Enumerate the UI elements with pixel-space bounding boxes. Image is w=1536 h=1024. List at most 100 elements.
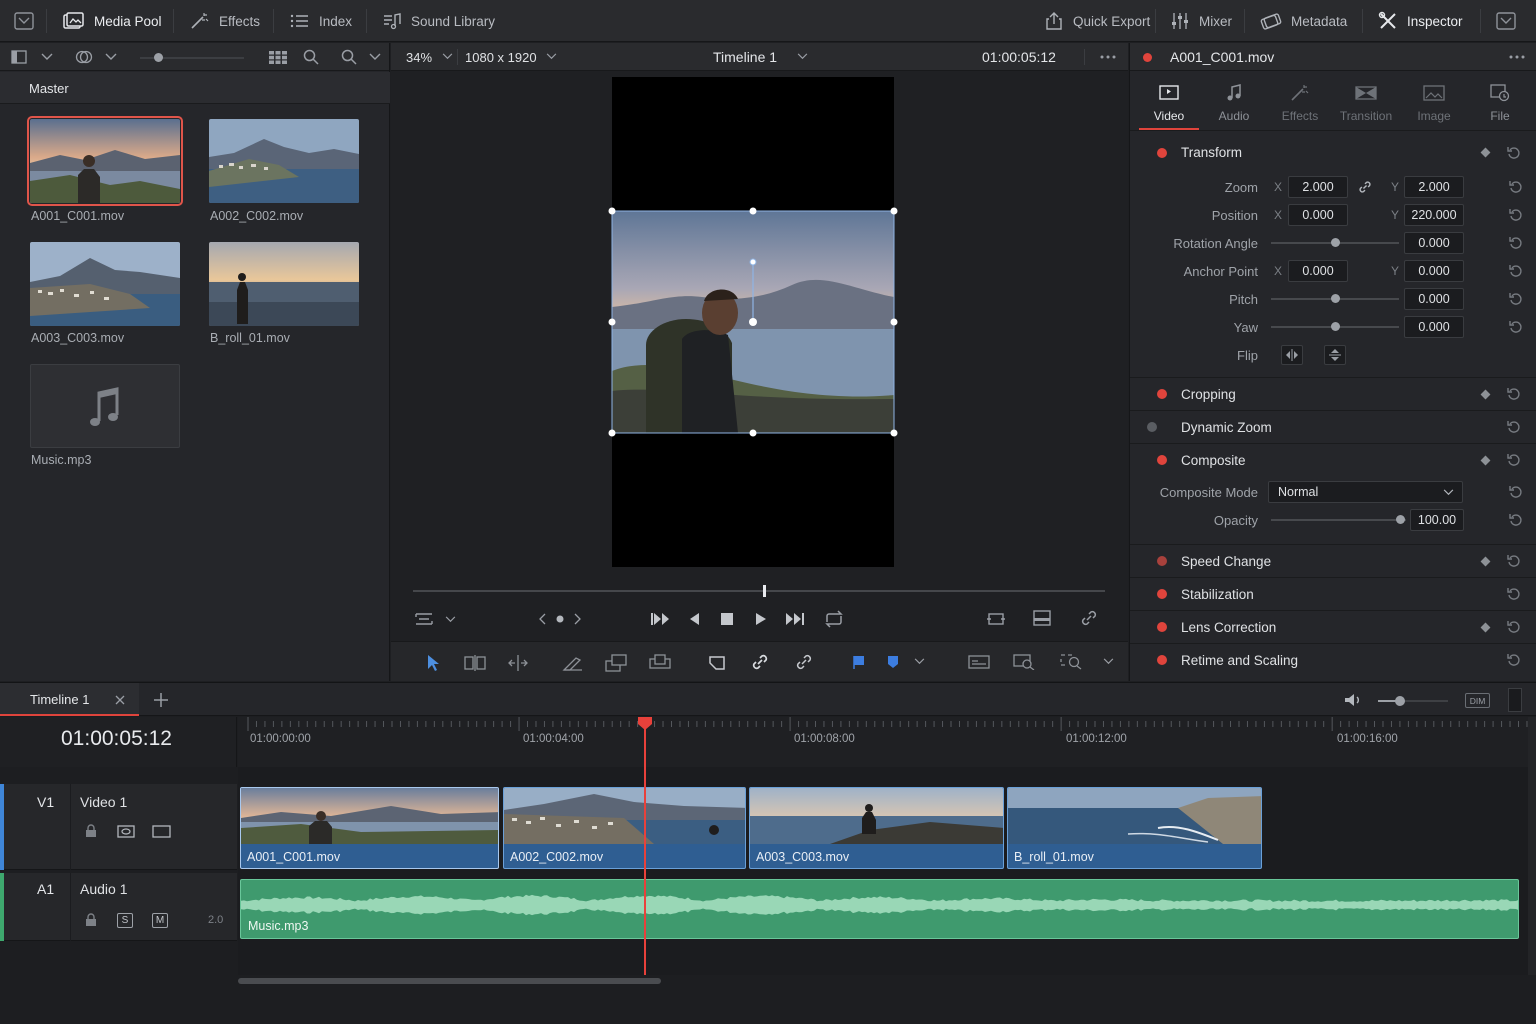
opacity-slider[interactable] xyxy=(1271,519,1406,521)
section-enable-toggle[interactable] xyxy=(1147,422,1157,432)
reset-icon[interactable] xyxy=(1509,264,1523,278)
clip-thumbnail[interactable] xyxy=(27,116,183,206)
section-transform[interactable]: Transform xyxy=(1130,136,1536,169)
workspace-menu-icon[interactable] xyxy=(14,12,34,30)
selection-arrow-icon[interactable] xyxy=(426,654,440,672)
chevron-down-icon[interactable] xyxy=(445,616,456,623)
full-extent-zoom-icon[interactable] xyxy=(968,655,990,669)
flag-icon[interactable] xyxy=(853,655,865,669)
dim-button[interactable]: DIM xyxy=(1465,693,1490,708)
audio-clip-thumbnail[interactable] xyxy=(30,364,180,448)
section-enable-toggle[interactable] xyxy=(1157,589,1167,599)
thumbnail-size-knob[interactable] xyxy=(154,53,163,62)
keyframe-diamond-icon[interactable] xyxy=(1480,556,1491,566)
reset-icon[interactable] xyxy=(1509,236,1523,250)
timeline-audio-clip[interactable]: Music.mp3 xyxy=(240,879,1519,939)
play-reverse-icon[interactable] xyxy=(688,611,700,627)
volume-slider-knob[interactable] xyxy=(1395,696,1405,706)
reset-icon[interactable] xyxy=(1509,485,1523,499)
pitch-slider-knob[interactable] xyxy=(1331,294,1340,303)
auto-select-icon[interactable] xyxy=(117,825,135,838)
rotation-slider-knob[interactable] xyxy=(1331,238,1340,247)
clip-thumbnail[interactable] xyxy=(209,119,359,203)
panel-layout-icon[interactable] xyxy=(1496,12,1516,30)
mute-button[interactable]: M xyxy=(152,913,168,928)
tab-effects[interactable]: Effects xyxy=(1270,81,1330,123)
effects-button[interactable]: Effects xyxy=(190,0,260,42)
chevron-down-icon[interactable] xyxy=(797,53,808,60)
reset-icon[interactable] xyxy=(1507,620,1521,634)
composite-mode-dropdown[interactable]: Normal xyxy=(1268,481,1463,503)
insert-clip-icon[interactable] xyxy=(605,654,627,672)
reset-icon[interactable] xyxy=(1509,320,1523,334)
tab-file[interactable]: File xyxy=(1470,81,1530,123)
thumbnail-mode-icon[interactable] xyxy=(75,50,93,64)
section-enable-toggle[interactable] xyxy=(1157,556,1167,566)
index-button[interactable]: Index xyxy=(290,0,352,42)
solo-button[interactable]: S xyxy=(117,913,133,928)
rotation-field[interactable]: 0.000 xyxy=(1404,232,1464,254)
chevron-down-icon[interactable] xyxy=(546,53,557,60)
reset-icon[interactable] xyxy=(1507,653,1521,667)
jog-control-icon[interactable] xyxy=(539,613,581,625)
opacity-slider-knob[interactable] xyxy=(1396,515,1405,524)
marker-icon[interactable] xyxy=(887,655,899,669)
metadata-button[interactable]: Metadata xyxy=(1260,0,1347,42)
snapping-link-icon[interactable] xyxy=(795,653,813,671)
go-to-end-icon[interactable] xyxy=(785,611,805,627)
clip-thumbnail[interactable] xyxy=(209,242,359,326)
chevron-down-icon[interactable] xyxy=(105,53,117,61)
reset-icon[interactable] xyxy=(1507,587,1521,601)
opacity-field[interactable]: 100.00 xyxy=(1410,509,1464,531)
timeline-selector[interactable]: Timeline 1 xyxy=(713,49,777,65)
sound-library-button[interactable]: Sound Library xyxy=(382,0,495,42)
resolution-dropdown[interactable]: 1080 x 1920 xyxy=(465,50,537,65)
yaw-field[interactable]: 0.000 xyxy=(1404,316,1464,338)
playhead-handle[interactable] xyxy=(638,717,652,730)
yaw-slider-knob[interactable] xyxy=(1331,322,1340,331)
reset-icon[interactable] xyxy=(1507,146,1521,160)
reset-icon[interactable] xyxy=(1509,180,1523,194)
pitch-field[interactable]: 0.000 xyxy=(1404,288,1464,310)
section-speed-change[interactable]: Speed Change xyxy=(1130,544,1536,577)
section-enable-toggle[interactable] xyxy=(1157,622,1167,632)
dynamic-trim-icon[interactable] xyxy=(507,655,529,671)
match-frame-icon[interactable] xyxy=(986,610,1006,628)
reset-icon[interactable] xyxy=(1507,420,1521,434)
speaker-icon[interactable] xyxy=(1344,693,1362,707)
anchor-y-field[interactable]: 0.000 xyxy=(1404,260,1464,282)
keyframe-diamond-icon[interactable] xyxy=(1480,455,1491,465)
reset-icon[interactable] xyxy=(1507,387,1521,401)
inspector-button[interactable]: Inspector xyxy=(1378,0,1463,42)
lock-icon[interactable] xyxy=(85,824,97,838)
viewer-zoom-dropdown[interactable]: 34% xyxy=(406,50,432,65)
detail-zoom-icon[interactable] xyxy=(1013,654,1035,670)
trim-tool-icon[interactable] xyxy=(464,655,486,671)
anchor-x-field[interactable]: 0.000 xyxy=(1288,260,1348,282)
position-y-field[interactable]: 220.000 xyxy=(1404,204,1464,226)
stop-icon[interactable] xyxy=(720,612,734,626)
replace-clip-icon[interactable] xyxy=(707,654,727,672)
chevron-down-icon[interactable] xyxy=(369,53,381,61)
timeline-clip[interactable]: A001_C001.mov xyxy=(240,787,499,869)
track-visibility-icon[interactable] xyxy=(152,825,171,838)
section-dynamic-zoom[interactable]: Dynamic Zoom xyxy=(1130,410,1536,443)
keyframe-diamond-icon[interactable] xyxy=(1480,147,1491,158)
reset-icon[interactable] xyxy=(1509,513,1523,527)
timeline-vertical-scrollbar[interactable] xyxy=(1528,717,1536,975)
transform-overlay[interactable] xyxy=(607,206,899,438)
section-lens-correction[interactable]: Lens Correction xyxy=(1130,610,1536,643)
tab-transition[interactable]: Transition xyxy=(1336,81,1396,123)
timeline-ruler[interactable]: 01:00:00:00 01:00:04:00 01:00:08:00 01:0… xyxy=(238,717,1528,767)
chevron-down-icon[interactable] xyxy=(1103,658,1114,665)
linked-selection-icon[interactable] xyxy=(751,653,769,671)
link-icon[interactable] xyxy=(1358,180,1372,194)
safe-area-icon[interactable] xyxy=(1033,610,1051,626)
loop-range-icon[interactable] xyxy=(414,611,434,627)
blade-tool-icon[interactable] xyxy=(562,654,584,672)
reset-icon[interactable] xyxy=(1509,292,1523,306)
section-enable-toggle[interactable] xyxy=(1157,655,1167,665)
timeline-clip[interactable]: A002_C002.mov xyxy=(503,787,746,869)
timeline-tab[interactable]: Timeline 1 xyxy=(0,683,139,716)
zoom-y-field[interactable]: 2.000 xyxy=(1404,176,1464,198)
